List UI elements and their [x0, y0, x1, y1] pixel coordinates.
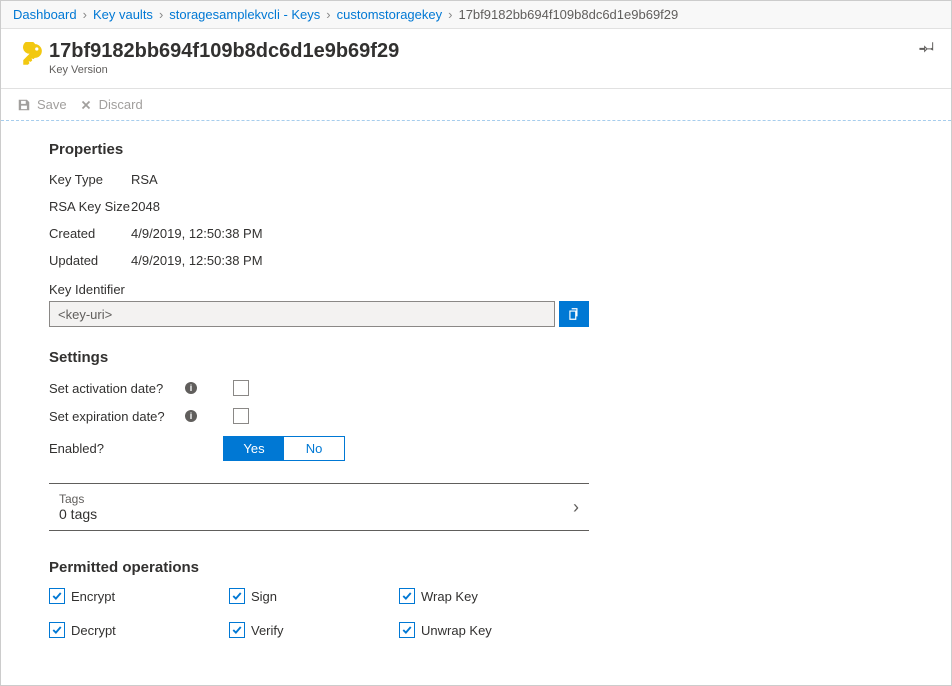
expiration-checkbox[interactable] [233, 408, 249, 424]
toolbar: Save Discard [1, 89, 951, 121]
op-sign[interactable]: Sign [229, 588, 399, 604]
enabled-yes[interactable]: Yes [224, 437, 284, 460]
breadcrumb-vault[interactable]: storagesamplekvcli - Keys [169, 7, 320, 22]
property-label: RSA Key Size [49, 199, 131, 214]
copy-button[interactable] [559, 301, 589, 327]
property-row: Updated 4/9/2019, 12:50:38 PM [49, 247, 911, 274]
op-label: Sign [251, 589, 277, 604]
property-label: Created [49, 226, 131, 241]
breadcrumb-key[interactable]: customstoragekey [337, 7, 443, 22]
op-wrapkey[interactable]: Wrap Key [399, 588, 579, 604]
checkbox-icon[interactable] [399, 588, 415, 604]
property-value: RSA [131, 172, 158, 187]
property-row: RSA Key Size 2048 [49, 193, 911, 220]
checkbox-icon[interactable] [229, 622, 245, 638]
op-label: Unwrap Key [421, 623, 492, 638]
property-row: Key Type RSA [49, 166, 911, 193]
tags-count: 0 tags [59, 506, 97, 522]
property-value: 4/9/2019, 12:50:38 PM [131, 226, 263, 241]
info-icon[interactable]: i [185, 410, 197, 422]
tags-panel[interactable]: Tags 0 tags › [49, 483, 589, 531]
activation-label: Set activation date? [49, 381, 177, 396]
checkbox-icon[interactable] [229, 588, 245, 604]
enabled-no[interactable]: No [284, 437, 344, 460]
key-icon [17, 39, 49, 71]
page-title: 17bf9182bb694f109b8dc6d1e9b69f29 [49, 39, 399, 63]
breadcrumb-keyvaults[interactable]: Key vaults [93, 7, 153, 22]
op-label: Encrypt [71, 589, 115, 604]
properties-heading: Properties [49, 141, 911, 158]
property-value: 4/9/2019, 12:50:38 PM [131, 253, 263, 268]
op-encrypt[interactable]: Encrypt [49, 588, 229, 604]
property-label: Updated [49, 253, 131, 268]
save-button[interactable]: Save [17, 97, 67, 112]
copy-icon [567, 307, 581, 321]
property-row: Created 4/9/2019, 12:50:38 PM [49, 220, 911, 247]
save-label: Save [37, 97, 67, 112]
permitted-heading: Permitted operations [49, 559, 911, 576]
chevron-right-icon: › [448, 7, 452, 22]
chevron-right-icon: › [326, 7, 330, 22]
op-label: Wrap Key [421, 589, 478, 604]
checkbox-icon[interactable] [399, 622, 415, 638]
checkbox-icon[interactable] [49, 622, 65, 638]
op-label: Verify [251, 623, 284, 638]
pin-button[interactable] [919, 39, 935, 58]
breadcrumb: Dashboard › Key vaults › storagesamplekv… [1, 1, 951, 29]
chevron-right-icon: › [83, 7, 87, 22]
chevron-right-icon: › [159, 7, 163, 22]
discard-label: Discard [99, 97, 143, 112]
settings-heading: Settings [49, 349, 911, 366]
activation-checkbox[interactable] [233, 380, 249, 396]
property-value: 2048 [131, 199, 160, 214]
op-label: Decrypt [71, 623, 116, 638]
page-header: 17bf9182bb694f109b8dc6d1e9b69f29 Key Ver… [1, 29, 951, 89]
page-subtitle: Key Version [49, 64, 399, 76]
breadcrumb-dashboard[interactable]: Dashboard [13, 7, 77, 22]
info-icon[interactable]: i [185, 382, 197, 394]
property-label: Key Type [49, 172, 131, 187]
save-icon [17, 98, 31, 112]
expiration-label: Set expiration date? [49, 409, 177, 424]
enabled-toggle[interactable]: Yes No [223, 436, 345, 461]
discard-button[interactable]: Discard [79, 97, 143, 112]
op-verify[interactable]: Verify [229, 622, 399, 638]
op-unwrapkey[interactable]: Unwrap Key [399, 622, 579, 638]
chevron-right-icon: › [573, 497, 579, 518]
checkbox-icon[interactable] [49, 588, 65, 604]
tags-label: Tags [59, 492, 97, 506]
enabled-label: Enabled? [49, 441, 177, 456]
discard-icon [79, 98, 93, 112]
key-identifier-label: Key Identifier [49, 282, 911, 297]
breadcrumb-current: 17bf9182bb694f109b8dc6d1e9b69f29 [458, 7, 678, 22]
op-decrypt[interactable]: Decrypt [49, 622, 229, 638]
key-identifier-input[interactable] [49, 301, 555, 327]
